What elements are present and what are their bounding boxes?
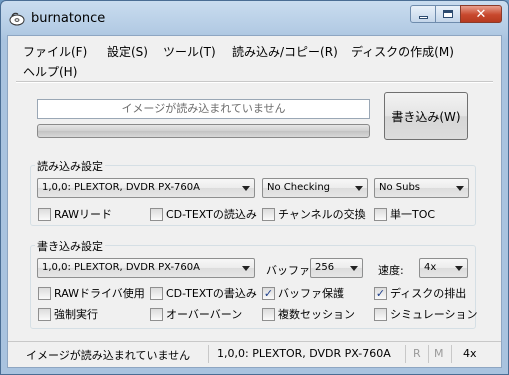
- checkbox-box: [374, 307, 387, 321]
- window-title: burnatonce: [31, 11, 106, 26]
- main-client-area: ファイル(F) 設定(S) ツール(T) 読み込み/コピー(R) ディスクの作成…: [7, 35, 502, 368]
- force-write-checkbox[interactable]: 強制実行: [38, 306, 98, 322]
- progress-bar: [37, 124, 370, 138]
- statusbar-speed: 4x: [463, 347, 477, 360]
- raw-read-checkbox[interactable]: RAWリード: [38, 206, 112, 222]
- menu-read-copy[interactable]: 読み込み/コピー(R): [232, 43, 338, 60]
- write-drive-value: 1,0,0: PLEXTOR, DVDR PX-760A: [42, 262, 200, 273]
- read-settings-title: 読み込み設定: [35, 158, 105, 174]
- cd-text-read-checkbox[interactable]: CD-TEXTの読込み: [150, 206, 257, 222]
- statusbar-divider: [451, 345, 452, 363]
- read-check-value: No Checking: [267, 182, 331, 193]
- overburn-checkbox[interactable]: オーバーバーン: [150, 306, 242, 322]
- checkmark-icon: ✓: [374, 286, 387, 300]
- read-subs-value: No Subs: [379, 182, 421, 193]
- checkbox-label: 単一TOC: [390, 208, 436, 221]
- statusbar-flag-r: R: [413, 347, 421, 360]
- cd-text-write-checkbox[interactable]: CD-TEXTの書込み: [150, 285, 257, 301]
- checkbox-box: [262, 207, 275, 221]
- status-bar: イメージが読み込まれていません 1,0,0: PLEXTOR, DVDR PX-…: [8, 341, 501, 367]
- buffer-select[interactable]: 256: [310, 258, 363, 278]
- chevron-down-icon: [355, 186, 363, 191]
- checkbox-box: [38, 286, 51, 300]
- buffer-value: 256: [315, 262, 335, 273]
- checkbox-label: 複数セッション: [278, 308, 355, 321]
- checkbox-label: CD-TEXTの読込み: [166, 208, 257, 221]
- eject-disc-checkbox[interactable]: ✓ ディスクの排出: [374, 285, 466, 301]
- read-subs-select[interactable]: No Subs: [374, 178, 469, 198]
- menu-settings[interactable]: 設定(S): [107, 43, 148, 60]
- chevron-down-icon: [456, 186, 464, 191]
- chevron-down-icon: [242, 266, 250, 271]
- buffer-protect-checkbox[interactable]: ✓ バッファ保護: [262, 285, 344, 301]
- burn-disc-icon: [9, 12, 25, 26]
- checkbox-label: オーバーバーン: [166, 308, 243, 321]
- maximize-icon: [443, 10, 453, 18]
- checkbox-label: シミュレーション: [390, 308, 478, 321]
- checkbox-box: [38, 307, 51, 321]
- read-drive-select[interactable]: 1,0,0: PLEXTOR, DVDR PX-760A: [37, 178, 255, 198]
- checkmark-icon: ✓: [262, 286, 275, 300]
- statusbar-message: イメージが読み込まれていません: [26, 349, 191, 362]
- chevron-down-icon: [455, 266, 463, 271]
- image-status-field: イメージが読み込まれていません: [37, 99, 370, 119]
- speed-select[interactable]: 4x: [419, 258, 468, 278]
- single-toc-checkbox[interactable]: 単一TOC: [374, 206, 435, 222]
- minimize-icon: [418, 16, 428, 19]
- checkbox-label: CD-TEXTの書込み: [166, 287, 257, 300]
- menu-file[interactable]: ファイル(F): [23, 43, 87, 60]
- read-drive-value: 1,0,0: PLEXTOR, DVDR PX-760A: [42, 182, 200, 193]
- close-button[interactable]: ✕: [460, 5, 502, 23]
- write-settings-title: 書き込み設定: [35, 238, 105, 254]
- write-button[interactable]: 書き込み(W): [384, 92, 468, 140]
- checkbox-box: [150, 286, 163, 300]
- maximize-button[interactable]: [435, 5, 461, 23]
- checkbox-label: ディスクの排出: [390, 287, 467, 300]
- read-check-select[interactable]: No Checking: [262, 178, 368, 198]
- swap-channels-checkbox[interactable]: チャンネルの交換: [262, 206, 366, 222]
- statusbar-flag-m: M: [434, 347, 444, 360]
- checkbox-label: バッファ保護: [278, 287, 344, 300]
- menu-help[interactable]: ヘルプ(H): [23, 63, 77, 80]
- statusbar-drive: 1,0,0: PLEXTOR, DVDR PX-760A: [217, 347, 391, 360]
- checkbox-box: [262, 307, 275, 321]
- menu-separator: [16, 81, 493, 83]
- speed-value: 4x: [424, 262, 437, 273]
- multisession-checkbox[interactable]: 複数セッション: [262, 306, 355, 322]
- checkbox-box: [38, 207, 51, 221]
- title-bar[interactable]: burnatonce ✕: [1, 1, 508, 35]
- raw-driver-checkbox[interactable]: RAWドライバ使用: [38, 285, 145, 301]
- checkbox-box: [150, 207, 163, 221]
- checkbox-box: [374, 207, 387, 221]
- minimize-button[interactable]: [410, 5, 436, 23]
- statusbar-divider: [405, 345, 406, 363]
- buffer-label: バッファ:: [266, 264, 314, 277]
- chevron-down-icon: [350, 266, 358, 271]
- chevron-down-icon: [242, 186, 250, 191]
- close-icon: ✕: [475, 6, 487, 22]
- speed-label: 速度:: [378, 264, 404, 277]
- checkbox-box: [150, 307, 163, 321]
- menu-tools[interactable]: ツール(T): [163, 43, 216, 60]
- simulation-checkbox[interactable]: シミュレーション: [374, 306, 478, 322]
- write-drive-select[interactable]: 1,0,0: PLEXTOR, DVDR PX-760A: [37, 258, 255, 278]
- menu-create-disc[interactable]: ディスクの作成(M): [351, 43, 454, 60]
- checkbox-label: RAWリード: [54, 208, 112, 221]
- checkbox-label: チャンネルの交換: [278, 208, 366, 221]
- checkbox-label: RAWドライバ使用: [54, 287, 145, 300]
- statusbar-divider: [428, 345, 429, 363]
- statusbar-divider: [208, 345, 209, 363]
- app-window: burnatonce ✕ ファイル(F) 設定(S) ツール(T) 読み込み/コ…: [0, 0, 509, 375]
- checkbox-label: 強制実行: [54, 308, 98, 321]
